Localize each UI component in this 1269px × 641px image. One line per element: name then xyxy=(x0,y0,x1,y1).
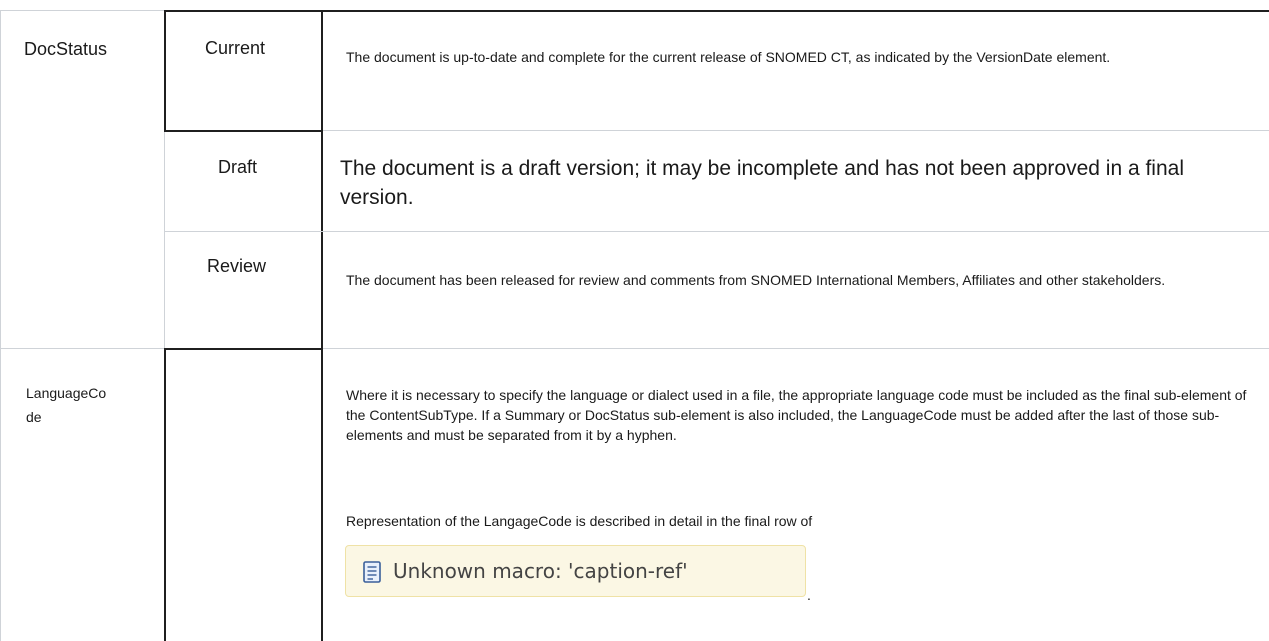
languagecode-term: LanguageCo de xyxy=(26,381,156,429)
languagecode-term-line2: de xyxy=(26,409,42,425)
docstatus-description-draft: The document is a draft version; it may … xyxy=(340,157,1184,209)
docstatus-term: DocStatus xyxy=(24,39,108,59)
value-column-left-border xyxy=(164,10,166,131)
draft-row-bottom-border xyxy=(164,231,1269,232)
docstatus-value-review: Review xyxy=(207,256,267,276)
unknown-macro-text: Unknown macro: 'caption-ref' xyxy=(393,559,688,583)
languagecode-value-left-border xyxy=(164,348,166,641)
languagecode-term-line1: LanguageCo xyxy=(26,385,107,401)
docstatus-description-review: The document has been released for revie… xyxy=(346,272,1166,288)
docstatus-description-current: The document is up-to-date and complete … xyxy=(346,49,1111,65)
document-macro-icon xyxy=(361,560,383,584)
languagecode-trailing-period: . xyxy=(807,587,811,603)
docstatus-value-current: Current xyxy=(205,38,266,58)
table-top-border xyxy=(164,10,1269,12)
table-outer-left-border xyxy=(0,10,1,641)
unknown-macro-box: Unknown macro: 'caption-ref' xyxy=(345,545,806,597)
current-row-bottom-border-right xyxy=(323,130,1269,131)
docstatus-term-left-border xyxy=(0,10,164,11)
description-column-left-border xyxy=(321,10,323,641)
docstatus-value-draft: Draft xyxy=(218,157,258,177)
value-column-left-border-lower xyxy=(164,131,165,348)
current-row-bottom-border xyxy=(164,130,323,132)
languagecode-description: Where it is necessary to specify the lan… xyxy=(346,387,1247,443)
languagecode-representation: Representation of the LangageCode is des… xyxy=(346,513,813,529)
languagecode-value-top-border xyxy=(164,348,323,350)
